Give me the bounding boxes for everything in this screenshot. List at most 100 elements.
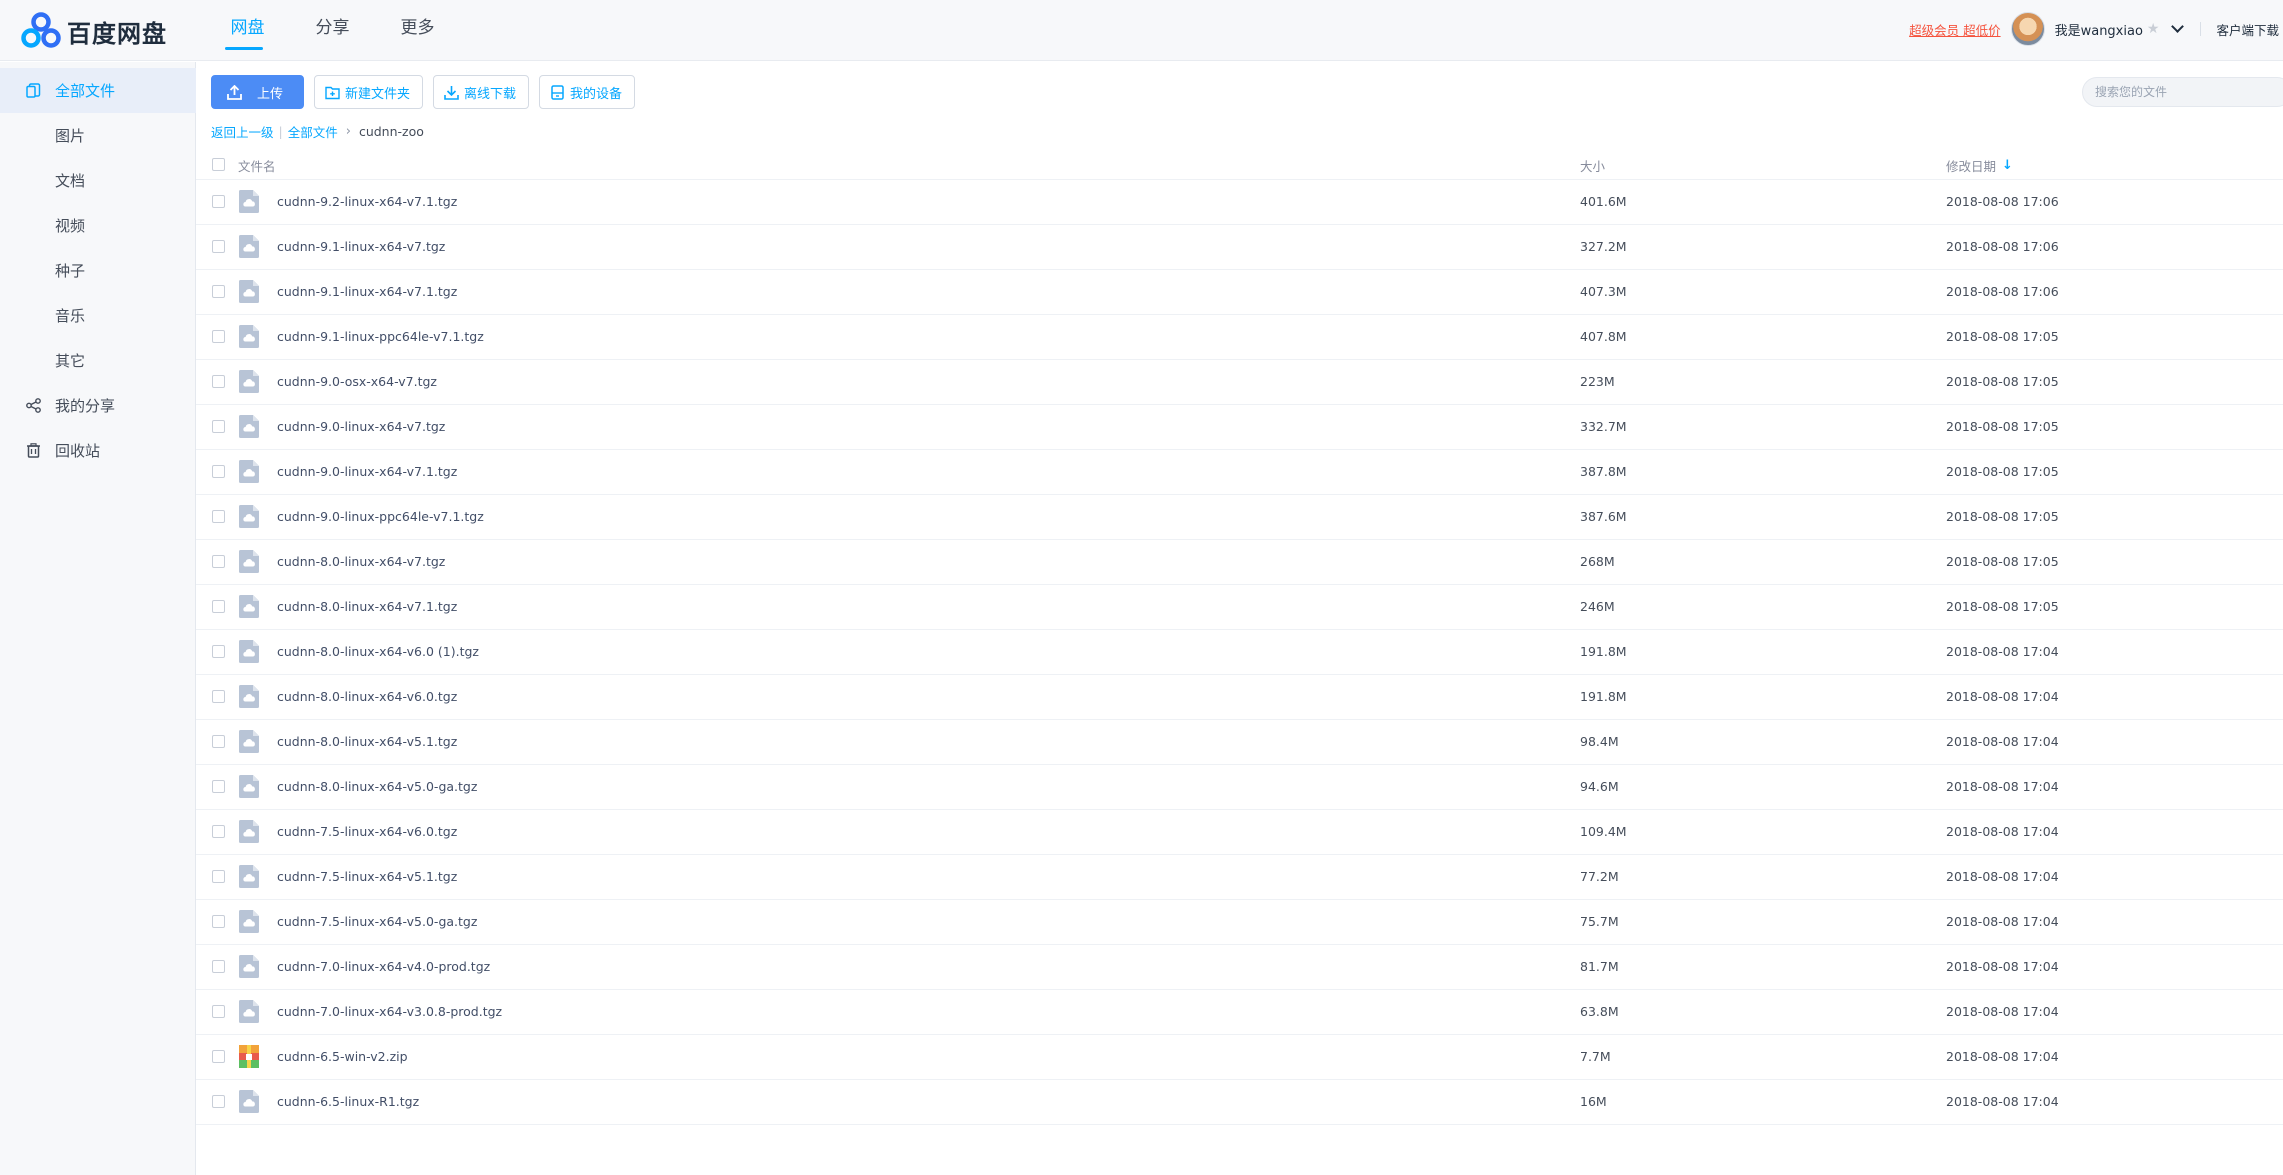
table-row[interactable]: cudnn-8.0-linux-x64-v5.1.tgz 98.4M 2018-08… bbox=[196, 720, 2283, 765]
row-checkbox[interactable] bbox=[212, 1095, 225, 1108]
sidebar-item-label: 视频 bbox=[55, 217, 86, 235]
row-checkbox[interactable] bbox=[212, 825, 225, 838]
sidebar-item-videos[interactable]: 视频 bbox=[0, 203, 196, 248]
table-row[interactable]: cudnn-6.5-linux-R1.tgz 16M 2018-08-08 17:0… bbox=[196, 1080, 2283, 1125]
table-row[interactable]: cudnn-8.0-linux-x64-v7.1.tgz 246M 2018-08-… bbox=[196, 585, 2283, 630]
select-all-checkbox[interactable] bbox=[212, 158, 225, 171]
file-name[interactable]: cudnn-9.0-linux-x64-v7.tgz bbox=[277, 419, 445, 434]
offline-download-button[interactable]: 离线下载 bbox=[433, 75, 530, 109]
file-name[interactable]: cudnn-9.1-linux-x64-v7.tgz bbox=[277, 239, 445, 254]
table-row[interactable]: cudnn-9.2-linux-x64-v7.1.tgz 401.6M 2018-0… bbox=[196, 180, 2283, 225]
row-checkbox[interactable] bbox=[212, 195, 225, 208]
table-row[interactable]: cudnn-7.5-linux-x64-v6.0.tgz 109.4M 2018-0… bbox=[196, 810, 2283, 855]
row-checkbox[interactable] bbox=[212, 375, 225, 388]
nav-share[interactable]: 分享 bbox=[290, 0, 375, 60]
row-checkbox[interactable] bbox=[212, 870, 225, 883]
sidebar-item-recycle-bin[interactable]: 回收站 bbox=[0, 428, 196, 473]
sidebar-item-documents[interactable]: 文档 bbox=[0, 158, 196, 203]
search-input[interactable] bbox=[2095, 78, 2275, 106]
sidebar-item-other[interactable]: 其它 bbox=[0, 338, 196, 383]
row-checkbox[interactable] bbox=[212, 960, 225, 973]
file-name[interactable]: cudnn-8.0-linux-x64-v6.0.tgz bbox=[277, 689, 457, 704]
row-checkbox[interactable] bbox=[212, 1005, 225, 1018]
row-checkbox[interactable] bbox=[212, 735, 225, 748]
file-name[interactable]: cudnn-9.0-linux-ppc64le-v7.1.tgz bbox=[277, 509, 484, 524]
table-row[interactable]: cudnn-7.5-linux-x64-v5.0-ga.tgz 75.7M 2018… bbox=[196, 900, 2283, 945]
breadcrumb-back-link[interactable]: 返回上一级 bbox=[211, 122, 274, 141]
table-row[interactable]: cudnn-9.0-linux-ppc64le-v7.1.tgz 387.6M 20… bbox=[196, 495, 2283, 540]
file-name[interactable]: cudnn-9.2-linux-x64-v7.1.tgz bbox=[277, 194, 457, 209]
file-name[interactable]: cudnn-8.0-linux-x64-v7.1.tgz bbox=[277, 599, 457, 614]
row-checkbox[interactable] bbox=[212, 285, 225, 298]
row-checkbox[interactable] bbox=[212, 1050, 225, 1063]
file-name[interactable]: cudnn-8.0-linux-x64-v7.tgz bbox=[277, 554, 445, 569]
column-header-date[interactable]: 修改日期 ↓ bbox=[1946, 156, 2013, 175]
upload-button[interactable]: 上传 bbox=[211, 75, 305, 109]
row-checkbox[interactable] bbox=[212, 510, 225, 523]
column-header-size[interactable]: 大小 bbox=[1580, 156, 1605, 175]
row-checkbox[interactable] bbox=[212, 915, 225, 928]
archive-file-icon bbox=[239, 820, 259, 843]
sort-desc-icon[interactable]: ↓ bbox=[2002, 158, 2013, 173]
table-row[interactable]: cudnn-9.1-linux-x64-v7.tgz 327.2M 2018-08-… bbox=[196, 225, 2283, 270]
sidebar-item-images[interactable]: 图片 bbox=[0, 113, 196, 158]
table-row[interactable]: cudnn-9.0-linux-x64-v7.tgz 332.7M 2018-08-… bbox=[196, 405, 2283, 450]
row-checkbox[interactable] bbox=[212, 645, 225, 658]
nav-more[interactable]: 更多 bbox=[375, 0, 460, 60]
table-row[interactable]: cudnn-8.0-linux-x64-v7.tgz 268M 2018-08-08… bbox=[196, 540, 2283, 585]
table-row[interactable]: cudnn-9.0-osx-x64-v7.tgz 223M 2018-08-08 1… bbox=[196, 360, 2283, 405]
user-area: 超级会员 超低价 我是wangxiao ★ 客户端下载 bbox=[1909, 0, 2283, 58]
file-name[interactable]: cudnn-9.0-osx-x64-v7.tgz bbox=[277, 374, 437, 389]
recycle-bin-icon bbox=[25, 442, 42, 459]
row-checkbox[interactable] bbox=[212, 465, 225, 478]
file-name[interactable]: cudnn-8.0-linux-x64-v5.0-ga.tgz bbox=[277, 779, 477, 794]
file-name[interactable]: cudnn-7.5-linux-x64-v5.1.tgz bbox=[277, 869, 457, 884]
breadcrumb-root-link[interactable]: 全部文件 bbox=[288, 122, 338, 141]
row-checkbox[interactable] bbox=[212, 690, 225, 703]
my-devices-button[interactable]: 我的设备 bbox=[539, 75, 636, 109]
file-name[interactable]: cudnn-9.1-linux-ppc64le-v7.1.tgz bbox=[277, 329, 484, 344]
sidebar-item-my-shares[interactable]: 我的分享 bbox=[0, 383, 196, 428]
file-name[interactable]: cudnn-7.5-linux-x64-v5.0-ga.tgz bbox=[277, 914, 477, 929]
table-row[interactable]: cudnn-8.0-linux-x64-v6.0 (1).tgz 191.8M 20… bbox=[196, 630, 2283, 675]
row-checkbox[interactable] bbox=[212, 240, 225, 253]
vip-promo-link[interactable]: 超级会员 超低价 bbox=[1909, 20, 2000, 39]
column-header-name[interactable]: 文件名 bbox=[238, 156, 276, 175]
table-row[interactable]: cudnn-6.5-win-v2.zip 7.7M 2018-08-08 17:04 bbox=[196, 1035, 2283, 1080]
file-name[interactable]: cudnn-6.5-win-v2.zip bbox=[277, 1049, 408, 1064]
new-folder-button[interactable]: 新建文件夹 bbox=[314, 75, 424, 109]
file-name[interactable]: cudnn-6.5-linux-R1.tgz bbox=[277, 1094, 419, 1109]
row-checkbox[interactable] bbox=[212, 330, 225, 343]
sidebar-item-torrents[interactable]: 种子 bbox=[0, 248, 196, 293]
file-name[interactable]: cudnn-8.0-linux-x64-v6.0 (1).tgz bbox=[277, 644, 479, 659]
username[interactable]: 我是wangxiao bbox=[2055, 20, 2143, 39]
file-name[interactable]: cudnn-7.0-linux-x64-v4.0-prod.tgz bbox=[277, 959, 490, 974]
file-name[interactable]: cudnn-8.0-linux-x64-v5.1.tgz bbox=[277, 734, 457, 749]
file-name[interactable]: cudnn-9.1-linux-x64-v7.1.tgz bbox=[277, 284, 457, 299]
nav-netdisk[interactable]: 网盘 bbox=[205, 0, 290, 60]
table-row[interactable]: cudnn-8.0-linux-x64-v6.0.tgz 191.8M 2018-0… bbox=[196, 675, 2283, 720]
file-size: 75.7M bbox=[1580, 914, 1619, 929]
client-download-link[interactable]: 客户端下载 bbox=[2216, 20, 2279, 39]
new-folder-icon bbox=[325, 86, 340, 99]
table-row[interactable]: cudnn-7.0-linux-x64-v4.0-prod.tgz 81.7M 20… bbox=[196, 945, 2283, 990]
sidebar-item-all-files[interactable]: 全部文件 bbox=[0, 68, 196, 113]
file-name[interactable]: cudnn-7.0-linux-x64-v3.0.8-prod.tgz bbox=[277, 1004, 502, 1019]
table-row[interactable]: cudnn-8.0-linux-x64-v5.0-ga.tgz 94.6M 2018… bbox=[196, 765, 2283, 810]
row-checkbox[interactable] bbox=[212, 780, 225, 793]
table-row[interactable]: cudnn-7.5-linux-x64-v5.1.tgz 77.2M 2018-08… bbox=[196, 855, 2283, 900]
row-checkbox[interactable] bbox=[212, 600, 225, 613]
sidebar-item-music[interactable]: 音乐 bbox=[0, 293, 196, 338]
archive-file-icon bbox=[239, 190, 259, 213]
table-row[interactable]: cudnn-7.0-linux-x64-v3.0.8-prod.tgz 63.8M… bbox=[196, 990, 2283, 1035]
logo[interactable]: 百度网盘 bbox=[20, 11, 167, 51]
row-checkbox[interactable] bbox=[212, 420, 225, 433]
table-row[interactable]: cudnn-9.0-linux-x64-v7.1.tgz 387.8M 2018-0… bbox=[196, 450, 2283, 495]
row-checkbox[interactable] bbox=[212, 555, 225, 568]
table-row[interactable]: cudnn-9.1-linux-x64-v7.1.tgz 407.3M 2018-0… bbox=[196, 270, 2283, 315]
chevron-down-icon[interactable] bbox=[2171, 20, 2185, 33]
file-name[interactable]: cudnn-7.5-linux-x64-v6.0.tgz bbox=[277, 824, 457, 839]
avatar[interactable] bbox=[2010, 12, 2045, 46]
table-row[interactable]: cudnn-9.1-linux-ppc64le-v7.1.tgz 407.8M 20… bbox=[196, 315, 2283, 360]
file-name[interactable]: cudnn-9.0-linux-x64-v7.1.tgz bbox=[277, 464, 457, 479]
